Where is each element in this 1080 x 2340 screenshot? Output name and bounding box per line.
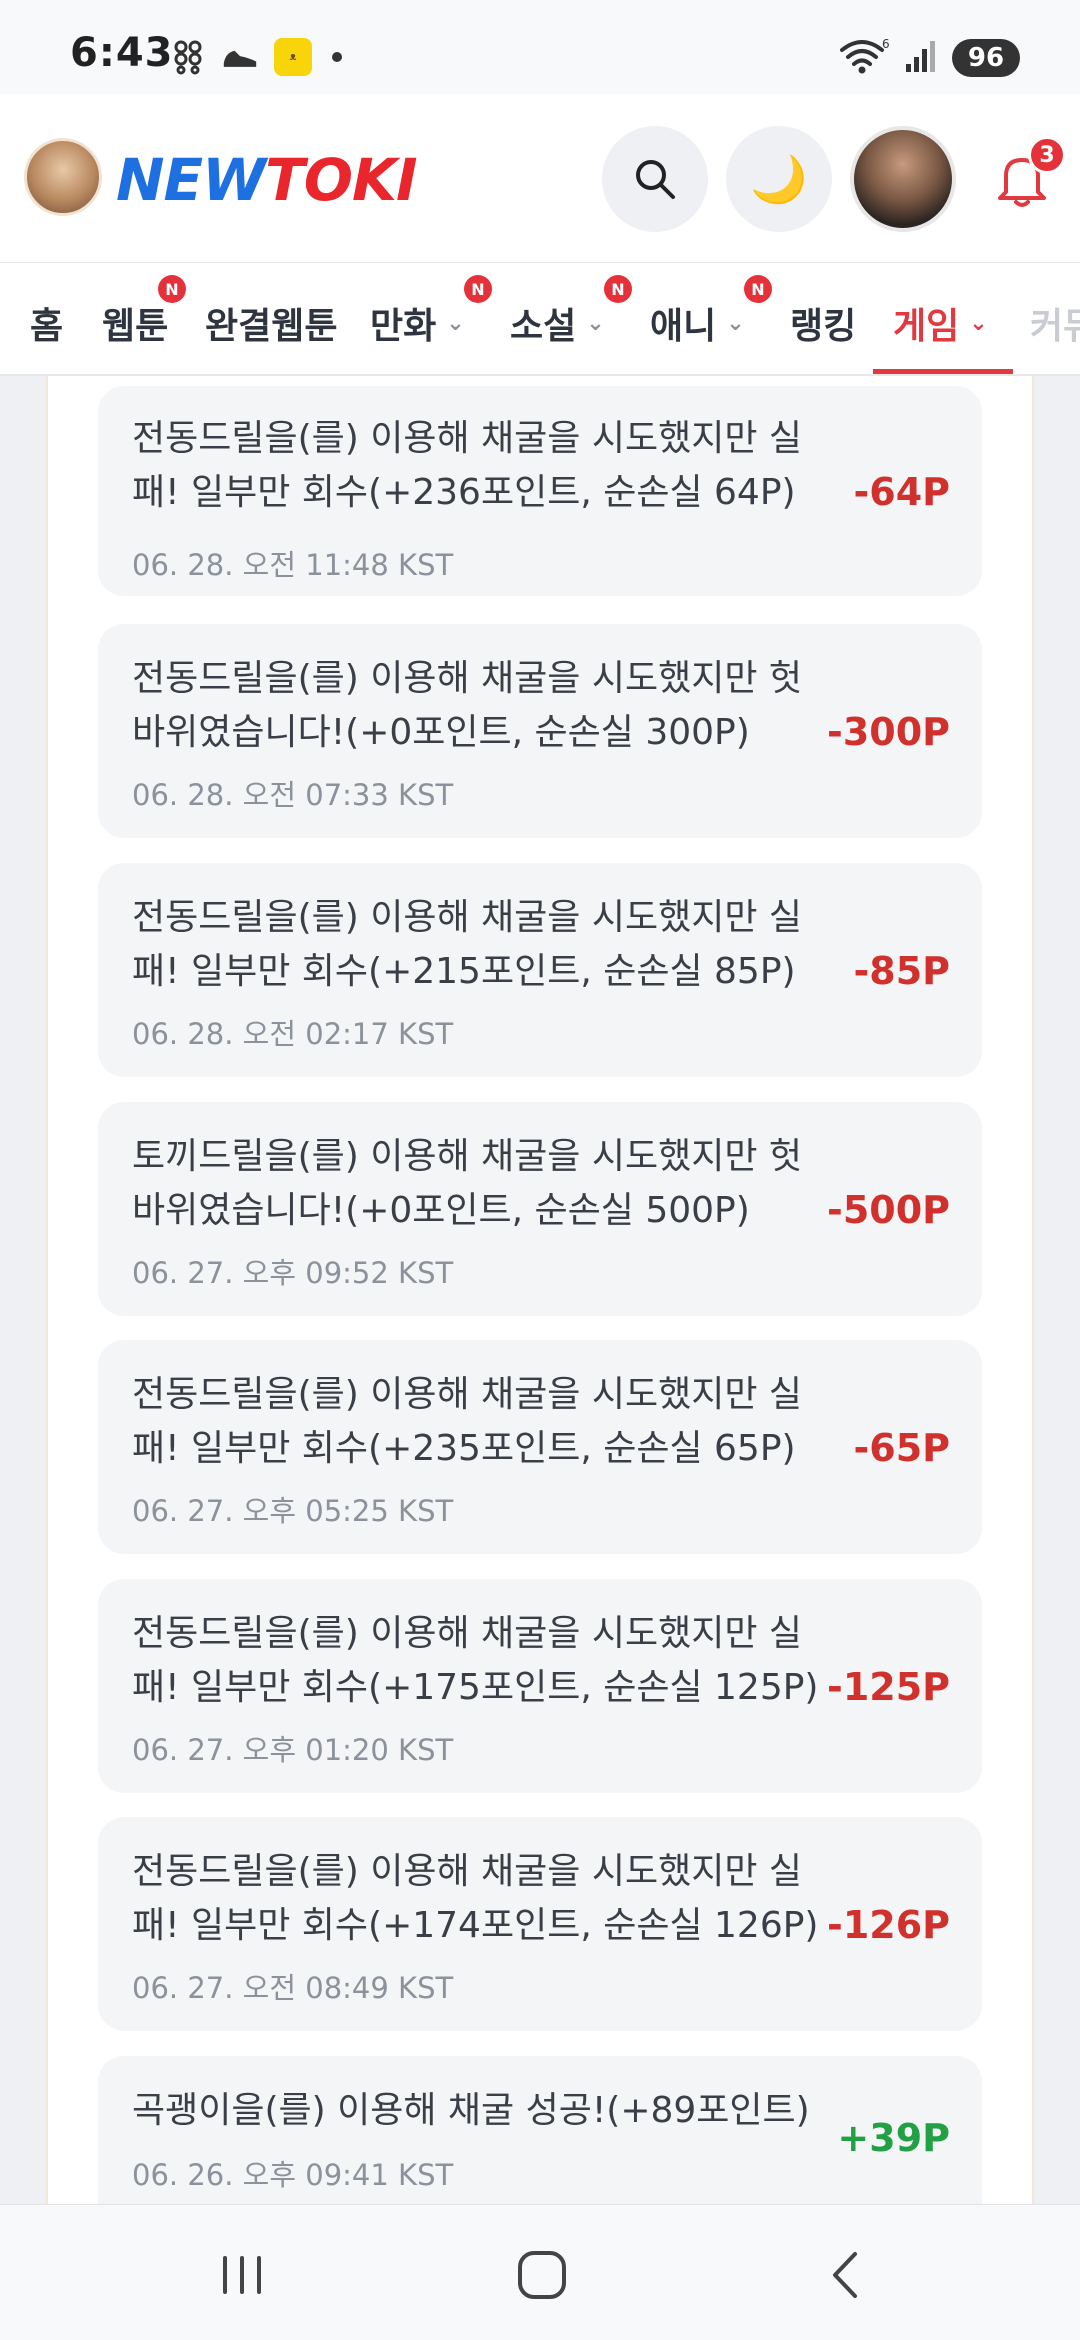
wifi-icon: 6: [838, 36, 890, 80]
new-badge: N: [604, 275, 632, 303]
search-icon: [636, 160, 675, 199]
status-system-icons: 6 96: [838, 36, 1020, 80]
history-item: 전동드릴을(를) 이용해 채굴을 시도했지만 실패! 일부만 회수(+235포인…: [98, 1340, 982, 1554]
tab-label: 랭킹: [790, 306, 857, 347]
history-description: 곡괭이을(를) 이용해 채굴 성공!(+89포인트): [132, 2090, 810, 2131]
tab-manga[interactable]: 만화 ⌄: [370, 297, 465, 349]
kakao-app-icon: ᴥ: [274, 38, 312, 76]
history-amount: -85P: [853, 949, 950, 993]
new-badge: N: [464, 275, 492, 303]
dark-mode-toggle[interactable]: 🌙: [726, 126, 832, 232]
history-description: 전동드릴을(를) 이용해 채굴을 시도했지만 실패! 일부만 회수(+175포인…: [132, 1613, 819, 1708]
tab-community[interactable]: 커뮤: [1030, 297, 1080, 349]
tab-label: 완결웹툰: [205, 306, 338, 347]
tab-label: 커뮤: [1030, 306, 1080, 347]
chevron-down-icon: ⌄: [446, 310, 465, 336]
history-item: 전동드릴을(를) 이용해 채굴을 시도했지만 실패! 일부만 회수(+175포인…: [98, 1579, 982, 1793]
new-badge: N: [158, 275, 186, 303]
tab-label: 게임: [893, 306, 960, 347]
history-timestamp: 06. 26. 오후 09:41 KST: [132, 2158, 454, 2192]
history-timestamp: 06. 27. 오후 01:20 KST: [132, 1733, 454, 1767]
recent-apps-icon: [223, 2256, 261, 2294]
back-icon: [833, 2252, 857, 2298]
status-time: 6:43: [70, 30, 174, 76]
tab-game[interactable]: 게임 ⌄: [893, 297, 988, 349]
history-description: 전동드릴을(를) 이용해 채굴을 시도했지만 실패! 일부만 회수(+236포인…: [132, 418, 803, 513]
search-button[interactable]: [602, 126, 708, 232]
user-avatar[interactable]: [850, 126, 956, 232]
history-amount: -300P: [827, 710, 950, 754]
tab-label: 만화: [370, 306, 437, 347]
history-item: 토끼드릴을(를) 이용해 채굴을 시도했지만 헛바위였습니다!(+0포인트, 순…: [98, 1102, 982, 1316]
site-logo[interactable]: NEWTOKI: [116, 146, 418, 214]
status-notification-icons: ᴥ: [170, 38, 342, 76]
history-amount: +39P: [837, 2116, 950, 2160]
history-amount: -126P: [827, 1903, 950, 1947]
history-item: 전동드릴을(를) 이용해 채굴을 시도했지만 실패! 일부만 회수(+215포인…: [98, 863, 982, 1077]
app-grid-icon: [170, 39, 206, 75]
history-description: 전동드릴을(를) 이용해 채굴을 시도했지만 실패! 일부만 회수(+215포인…: [132, 897, 803, 992]
history-timestamp: 06. 27. 오전 08:49 KST: [132, 1971, 454, 2005]
tab-anime[interactable]: 애니 ⌄: [650, 297, 745, 349]
tab-completed-webtoon[interactable]: 완결웹툰: [205, 297, 337, 349]
category-tabs: 홈 웹툰 N 완결웹툰 만화 ⌄ N 소설 ⌄ N 애니 ⌄ N 랭킹 게임 ⌄ 커뮤: [0, 262, 1080, 376]
site-header: NEWTOKI 🌙 3: [0, 94, 1080, 262]
recent-apps-button[interactable]: [212, 2245, 272, 2305]
history-amount: -65P: [853, 1426, 950, 1470]
status-bar: 6:43 ᴥ 6 96: [0, 0, 1080, 94]
history-amount: -125P: [827, 1665, 950, 1709]
chevron-down-icon: ⌄: [969, 310, 988, 336]
battery-indicator: 96: [952, 39, 1020, 77]
chevron-down-icon: ⌄: [726, 310, 745, 336]
tab-novel[interactable]: 소설 ⌄: [510, 297, 605, 349]
history-item: 전동드릴을(를) 이용해 채굴을 시도했지만 실패! 일부만 회수(+236포인…: [98, 386, 982, 596]
active-tab-indicator: [873, 369, 1013, 374]
mining-history-panel: 전동드릴을(를) 이용해 채굴을 시도했지만 실패! 일부만 회수(+236포인…: [46, 376, 1034, 2206]
chevron-down-icon: ⌄: [586, 310, 605, 336]
home-button[interactable]: [512, 2245, 572, 2305]
more-notifications-dot: [332, 52, 342, 62]
history-timestamp: 06. 28. 오전 07:33 KST: [132, 778, 454, 812]
tab-ranking[interactable]: 랭킹: [790, 297, 856, 349]
notification-count-badge: 3: [1028, 136, 1066, 174]
history-timestamp: 06. 28. 오전 02:17 KST: [132, 1017, 454, 1051]
tab-label: 소설: [510, 306, 577, 347]
history-timestamp: 06. 27. 오후 09:52 KST: [132, 1256, 454, 1290]
history-item: 곡괭이을(를) 이용해 채굴 성공!(+89포인트) 06. 26. 오후 09…: [98, 2056, 982, 2206]
signal-icon: [904, 38, 938, 78]
site-logo-mascot[interactable]: [24, 138, 102, 216]
shoe-icon: [222, 39, 258, 75]
history-description: 전동드릴을(를) 이용해 채굴을 시도했지만 실패! 일부만 회수(+235포인…: [132, 1374, 803, 1469]
history-item: 전동드릴을(를) 이용해 채굴을 시도했지만 실패! 일부만 회수(+174포인…: [98, 1817, 982, 2031]
history-amount: -500P: [827, 1188, 950, 1232]
logo-new: NEW: [116, 146, 266, 214]
history-description: 전동드릴을(를) 이용해 채굴을 시도했지만 실패! 일부만 회수(+174포인…: [132, 1851, 819, 1946]
svg-text:6: 6: [882, 37, 890, 51]
history-description: 토끼드릴을(를) 이용해 채굴을 시도했지만 헛바위였습니다!(+0포인트, 순…: [132, 1136, 803, 1231]
history-description: 전동드릴을(를) 이용해 채굴을 시도했지만 헛바위였습니다!(+0포인트, 순…: [132, 658, 803, 753]
history-timestamp: 06. 27. 오후 05:25 KST: [132, 1494, 454, 1528]
logo-toki: TOKI: [265, 146, 417, 214]
tab-home[interactable]: 홈: [30, 297, 63, 349]
system-navigation-bar: [0, 2204, 1080, 2340]
tab-label: 애니: [650, 306, 717, 347]
home-icon: [518, 2251, 566, 2299]
history-amount: -64P: [853, 470, 950, 514]
tab-label: 웹툰: [102, 306, 169, 347]
history-timestamp: 06. 28. 오전 11:48 KST: [132, 548, 454, 582]
tab-webtoon[interactable]: 웹툰: [102, 297, 168, 349]
moon-icon: 🌙: [750, 151, 808, 206]
history-item: 전동드릴을(를) 이용해 채굴을 시도했지만 헛바위였습니다!(+0포인트, 순…: [98, 624, 982, 838]
new-badge: N: [744, 275, 772, 303]
tab-label: 홈: [30, 306, 64, 347]
back-button[interactable]: [816, 2245, 876, 2305]
